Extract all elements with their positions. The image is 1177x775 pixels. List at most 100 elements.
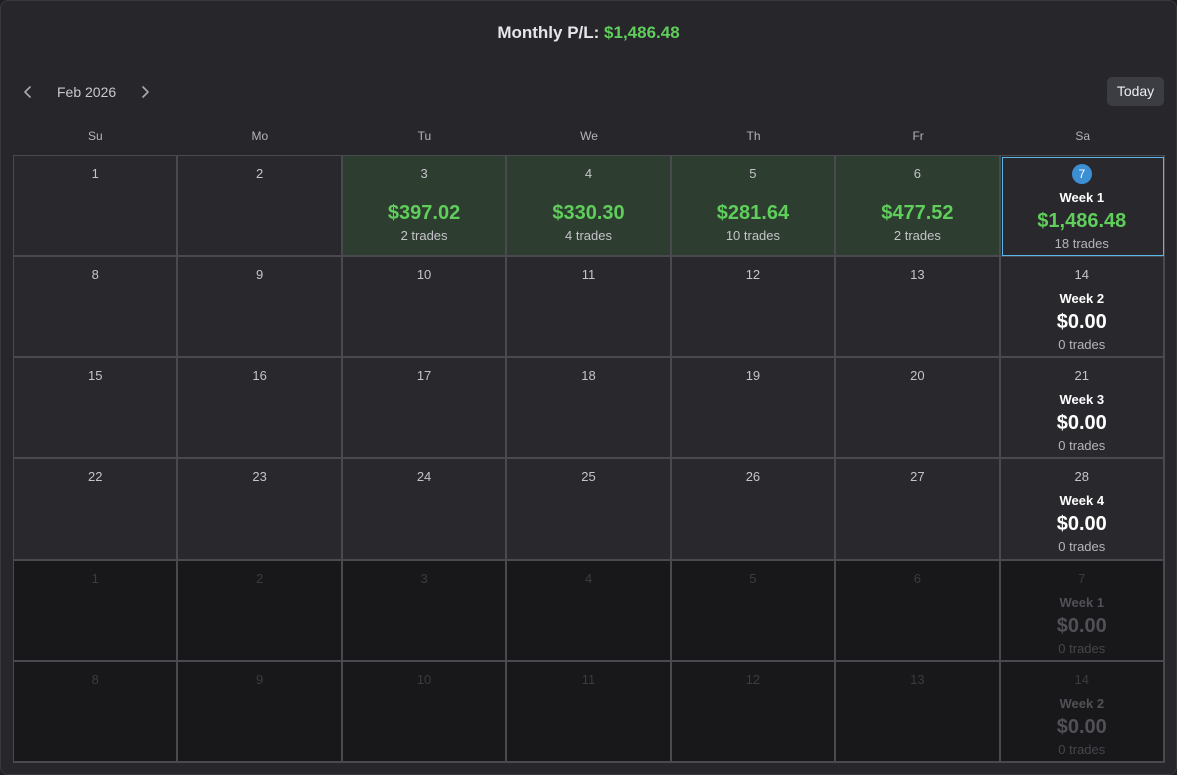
monthly-pl-label: Monthly P/L:: [497, 23, 600, 42]
day-cell[interactable]: 2: [178, 560, 343, 662]
day-cell[interactable]: 8: [14, 257, 179, 359]
week-summary-cell[interactable]: 7 Week 1 $0.00 0 trades: [1000, 560, 1165, 662]
weekday-label: Sa: [1075, 129, 1091, 143]
day-cell[interactable]: 2: [178, 156, 343, 258]
day-trade-count: 4 trades: [565, 228, 612, 243]
week-pl-amount: $0.00: [1056, 311, 1107, 334]
day-number: 9: [256, 671, 264, 687]
day-cell[interactable]: 3: [342, 560, 508, 662]
day-cell[interactable]: 13: [836, 661, 1001, 763]
day-number: 3: [420, 166, 428, 181]
day-number: 11: [581, 671, 596, 687]
week-summary-cell[interactable]: 14 Week 2 $0.00 0 trades: [1000, 661, 1165, 763]
chevron-right-icon[interactable]: [133, 77, 157, 107]
day-cell[interactable]: 24: [342, 459, 508, 561]
day-number: 4: [584, 166, 593, 181]
day-number: 1: [91, 166, 99, 181]
day-number: 17: [416, 368, 432, 384]
today-button[interactable]: Today: [1107, 77, 1164, 106]
today-day-badge: 7: [1071, 164, 1092, 184]
day-trade-count: 10 trades: [725, 228, 781, 243]
week-pl-amount: $0.00: [1056, 715, 1107, 738]
week-label: Week 1: [1059, 594, 1105, 610]
day-number: 4: [584, 570, 593, 586]
day-number: 12: [745, 267, 761, 283]
day-cell[interactable]: 23: [178, 459, 343, 561]
day-cell[interactable]: 5: [671, 560, 837, 662]
day-number: 13: [910, 267, 925, 283]
day-cell[interactable]: 1: [14, 156, 179, 258]
day-number: 1: [91, 570, 99, 586]
day-cell[interactable]: 4 $330.30 4 trades: [507, 156, 672, 258]
chevron-left-icon[interactable]: [16, 77, 40, 107]
day-number: 27: [910, 469, 925, 485]
day-number: 6: [913, 166, 921, 181]
day-cell[interactable]: 20: [836, 358, 1001, 460]
day-cell[interactable]: 19: [671, 358, 837, 460]
week-summary-cell[interactable]: 14 Week 2 $0.00 0 trades: [1000, 257, 1165, 359]
week-trade-count: 0 trades: [1058, 438, 1106, 454]
week-trade-count: 0 trades: [1058, 337, 1106, 353]
day-cell[interactable]: 16: [178, 358, 343, 460]
day-number: 8: [91, 671, 99, 687]
week-pl-amount: $1,486.48: [1037, 210, 1127, 232]
day-cell[interactable]: 9: [178, 661, 343, 763]
week-label: Week 3: [1059, 392, 1105, 408]
weekday-header-row: Su Mo Tu We Th Fr Sa: [13, 125, 1165, 147]
day-cell[interactable]: 13: [836, 257, 1001, 359]
day-number: 9: [256, 267, 264, 283]
day-number: 6: [913, 570, 921, 586]
day-cell[interactable]: 1: [14, 560, 179, 662]
day-cell[interactable]: 12: [671, 661, 837, 763]
day-cell[interactable]: 6: [836, 560, 1001, 662]
day-cell[interactable]: 22: [14, 459, 179, 561]
day-cell[interactable]: 12: [671, 257, 837, 359]
week-summary-cell[interactable]: 21 Week 3 $0.00 0 trades: [1000, 358, 1165, 460]
day-number: 2: [256, 166, 264, 181]
week-label: Week 2: [1059, 695, 1105, 711]
day-number: 25: [581, 469, 596, 485]
week-summary-cell[interactable]: 7 Week 1 $1,486.48 18 trades: [1000, 156, 1165, 258]
day-pl-amount: $281.64: [716, 202, 790, 224]
day-cell[interactable]: 11: [507, 257, 672, 359]
day-number: 12: [745, 671, 761, 687]
month-navigation: Feb 2026 Today: [13, 77, 1164, 107]
day-number: 23: [252, 469, 267, 485]
current-month-label[interactable]: Feb 2026: [57, 77, 116, 107]
weekday-label: Th: [746, 129, 761, 143]
day-cell[interactable]: 27: [836, 459, 1001, 561]
day-cell[interactable]: 18: [507, 358, 672, 460]
day-cell[interactable]: 10: [342, 257, 508, 359]
calendar-panel: Monthly P/L: $1,486.48 Feb 2026 Today Su…: [0, 0, 1177, 775]
day-number: 19: [745, 368, 761, 384]
day-cell[interactable]: 4: [507, 560, 672, 662]
week-summary-cell[interactable]: 28 Week 4 $0.00 0 trades: [1000, 459, 1165, 561]
day-pl-amount: $477.52: [881, 202, 954, 224]
week-pl-amount: $0.00: [1056, 513, 1107, 536]
day-cell[interactable]: 5 $281.64 10 trades: [671, 156, 837, 258]
week-trade-count: 0 trades: [1058, 640, 1106, 656]
day-cell[interactable]: 3 $397.02 2 trades: [342, 156, 508, 258]
day-cell[interactable]: 6 $477.52 2 trades: [836, 156, 1001, 258]
week-label: Week 2: [1059, 291, 1105, 307]
week-trade-count: 18 trades: [1054, 236, 1109, 251]
day-cell[interactable]: 10: [342, 661, 508, 763]
day-number: 28: [1074, 469, 1090, 485]
day-cell[interactable]: 17: [342, 358, 508, 460]
weekday-label: We: [580, 129, 598, 143]
day-number: 14: [1074, 671, 1090, 687]
day-cell[interactable]: 9: [178, 257, 343, 359]
day-cell[interactable]: 8: [14, 661, 179, 763]
day-number: 22: [87, 469, 103, 485]
week-trade-count: 0 trades: [1058, 741, 1106, 757]
monthly-pl-header: Monthly P/L: $1,486.48: [1, 21, 1176, 45]
day-pl-amount: $397.02: [387, 202, 461, 224]
day-cell[interactable]: 26: [671, 459, 837, 561]
monthly-pl-value: $1,486.48: [604, 23, 680, 42]
calendar-grid: 1 2 3 $397.02 2 trades 4 $330.30 4 trades 5 $281.…: [13, 155, 1165, 763]
day-number: 5: [749, 570, 757, 586]
day-cell[interactable]: 11: [507, 661, 672, 763]
day-number: 20: [910, 368, 925, 384]
day-cell[interactable]: 15: [14, 358, 179, 460]
day-cell[interactable]: 25: [507, 459, 672, 561]
